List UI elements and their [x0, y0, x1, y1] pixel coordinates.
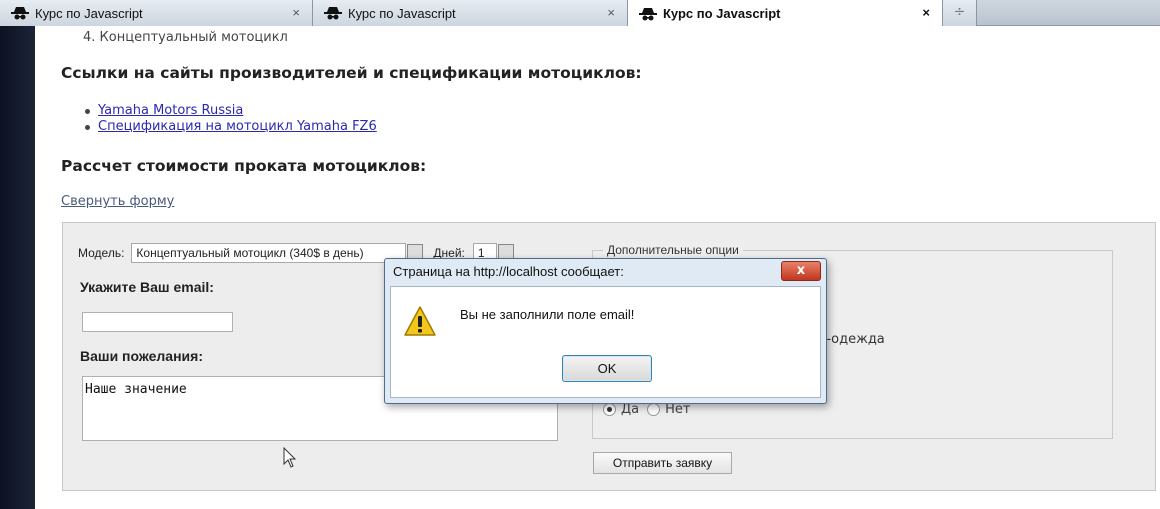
tab-title: Курс по Javascript — [348, 5, 456, 21]
warning-icon — [404, 306, 436, 336]
alert-dialog: Страница на http://localhost сообщает: x… — [384, 258, 827, 404]
radio-group: Да Нет — [603, 402, 690, 417]
list-item: Yamaha Motors Russia — [85, 103, 377, 119]
new-tab-button[interactable]: ÷ — [943, 0, 977, 26]
options-legend: Дополнительные опции — [603, 243, 743, 257]
tab-title: Курс по Javascript — [663, 6, 781, 21]
radio-yes[interactable] — [603, 403, 616, 416]
wishes-label: Ваши пожелания: — [80, 348, 203, 364]
left-sidebar — [0, 26, 35, 509]
dialog-message: Вы не заполнили поле email! — [460, 307, 635, 322]
link-yamaha-russia[interactable]: Yamaha Motors Russia — [98, 103, 243, 119]
bullet — [85, 108, 90, 114]
radio-no[interactable] — [647, 403, 661, 416]
links-list: Yamaha Motors Russia Спецификация на мот… — [85, 103, 377, 135]
spy-icon — [639, 7, 657, 20]
tab-2[interactable]: Курс по Javascript × — [313, 0, 628, 26]
calc-heading: Рассчет стоимости проката мотоциклов: — [61, 157, 427, 175]
tab-3-active[interactable]: Курс по Javascript × — [628, 0, 943, 27]
dialog-body: Вы не заполнили поле email! OK — [390, 286, 821, 398]
submit-button[interactable]: Отправить заявку — [593, 452, 732, 474]
tab-close-icon[interactable]: × — [292, 5, 300, 20]
close-icon[interactable]: x — [781, 261, 821, 281]
email-field[interactable] — [82, 312, 233, 332]
spy-icon — [11, 7, 29, 20]
list-item: 4. Концептуальный мотоцикл — [83, 30, 288, 45]
tab-strip: Курс по Javascript × Курс по Javascript … — [0, 0, 1160, 27]
tab-title: Курс по Javascript — [35, 5, 143, 21]
radio-yes-label: Да — [621, 402, 640, 417]
model-select[interactable]: Концептуальный мотоцикл (340$ в день) — [131, 243, 407, 263]
tab-1[interactable]: Курс по Javascript × — [0, 0, 313, 26]
tab-close-icon[interactable]: × — [607, 5, 615, 20]
bullet — [85, 124, 90, 130]
dialog-title: Страница на http://localhost сообщает: — [393, 264, 624, 279]
links-heading: Ссылки на сайты производителей и специфи… — [61, 64, 642, 82]
mouse-cursor-icon — [283, 447, 297, 468]
radio-no-label: Нет — [665, 402, 691, 417]
ok-button[interactable]: OK — [562, 355, 652, 382]
model-label: Модель: — [78, 246, 125, 260]
list-item: Спецификация на мотоцикл Yamaha FZ6 — [85, 119, 377, 135]
spy-icon — [324, 7, 342, 20]
link-yamaha-fz6-spec[interactable]: Спецификация на мотоцикл Yamaha FZ6 — [98, 119, 377, 135]
collapse-form-link[interactable]: Свернуть форму — [61, 194, 174, 209]
email-label: Укажите Ваш email: — [80, 279, 214, 295]
tab-close-icon[interactable]: × — [922, 5, 930, 20]
